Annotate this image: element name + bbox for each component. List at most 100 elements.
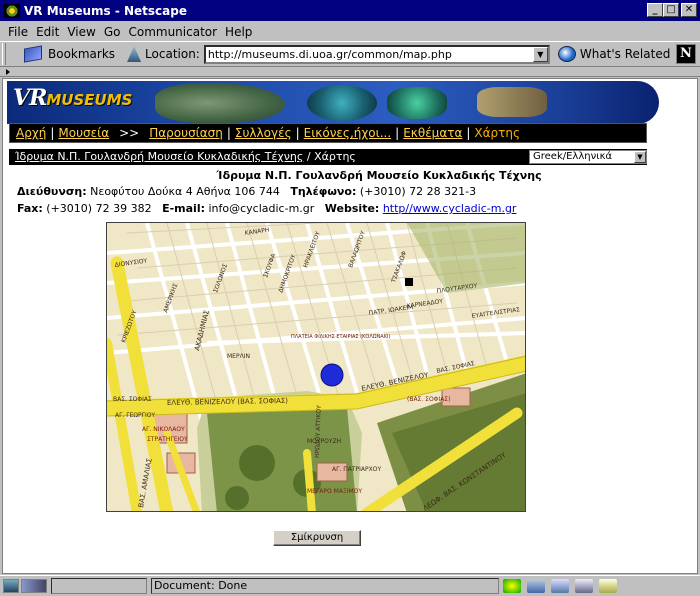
website-label: Website: <box>324 202 380 215</box>
map-label-vas-sofias-3: (ΒΑΣ. ΣΟΦΙΑΣ) <box>407 396 450 403</box>
contact-line-2: Fax: (+3010) 72 39 382 E-mail: info@cycl… <box>17 202 697 215</box>
nav-separator: | <box>226 126 231 140</box>
museum-name: Ίδρυμα Ν.Π. Γουλανδρή Μουσείο Κυκλαδικής… <box>216 169 542 182</box>
site-banner: VRMUSEUMS <box>7 81 659 124</box>
bookmarks-icon <box>24 45 42 63</box>
composer-icon[interactable] <box>599 579 617 593</box>
url-text: http://museums.di.uoa.gr/common/map.php <box>207 47 452 61</box>
map-label-mourouzi: ΜΟΥΡΟΥΖΗ <box>307 438 341 445</box>
banner-artwork-mask <box>387 87 447 119</box>
menu-help[interactable]: Help <box>225 25 252 39</box>
map-label-ag-georgiou: ΑΓ. ΓΕΩΡΓΙΟΥ <box>115 412 155 419</box>
nav-map: Χάρτης <box>474 126 521 140</box>
map-label-megaro-maximou: ΜΕΓΑΡΟ ΜΑΞΙΜΟΥ <box>307 488 362 495</box>
close-button[interactable]: ✕ <box>681 3 697 17</box>
online-status-icon[interactable] <box>21 579 47 593</box>
netscape-logo[interactable]: N <box>676 44 696 64</box>
phone-label: Τηλέφωνο: <box>290 185 357 198</box>
menu-view[interactable]: View <box>67 25 95 39</box>
bookmarks-button[interactable]: Bookmarks <box>24 45 116 63</box>
fax-value: (+3010) 72 39 382 <box>46 202 152 215</box>
status-text: Document: Done <box>151 578 499 594</box>
email-label: E-mail: <box>162 202 205 215</box>
logo-museums: MUSEUMS <box>46 91 133 109</box>
newsgroups-icon[interactable] <box>551 579 569 593</box>
language-select-value: Greek/Ελληνικά <box>533 151 613 162</box>
location-label: Location: <box>145 47 200 61</box>
banner-artwork-fish <box>155 83 285 123</box>
nav-separator: | <box>466 126 471 140</box>
location-label-group: Location: <box>127 46 200 62</box>
nav-images[interactable]: Εικόνες,ήχοι... <box>304 126 392 140</box>
banner-artwork-vase <box>477 87 547 117</box>
address-book-icon[interactable] <box>575 579 593 593</box>
netscape-app-icon <box>4 3 20 18</box>
page-proxy-icon[interactable] <box>127 46 142 62</box>
language-select[interactable]: Greek/Ελληνικά ▼ <box>529 150 647 164</box>
progress-bar <box>51 578 147 594</box>
phone-value: (+3010) 72 28 321-3 <box>359 185 477 198</box>
site-nav: Αρχή | Μουσεία >> Παρουσίαση | Συλλογές … <box>9 123 647 143</box>
map-label-merlin: ΜΕΡΛΙΝ <box>227 353 250 360</box>
website-link[interactable]: http//www.cycladic-m.gr <box>383 202 517 215</box>
street-map-graphic: ΕΛΕΥΘ. ΒΕΝΙΖΕΛΟΥ (ΒΑΣ. ΣΟΦΙΑΣ) ΕΛΕΥΘ. ΒΕ… <box>107 223 525 511</box>
page-viewport: VRMUSEUMS Αρχή | Μουσεία >> Παρουσίαση |… <box>2 78 698 574</box>
whats-related-button[interactable]: What's Related <box>557 46 670 62</box>
nav-museums[interactable]: Μουσεία <box>58 126 109 140</box>
address-label: Διεύθυνση: <box>17 185 87 198</box>
contact-line-1: Διεύθυνση: Νεοφύτου Δούκα 4 Αθήνα 106 74… <box>17 185 697 198</box>
zoom-out-button[interactable]: Σμίκρυνση <box>273 530 361 546</box>
nav-arrow: >> <box>119 126 140 140</box>
menu-go[interactable]: Go <box>104 25 121 39</box>
expand-arrow-icon <box>6 69 10 75</box>
chevron-down-icon: ▼ <box>634 151 646 163</box>
location-toolbar: Bookmarks Location: http://museums.di.uo… <box>0 41 700 67</box>
mail-icon[interactable] <box>527 579 545 593</box>
nav-exhibits[interactable]: Εκθέματα <box>403 126 462 140</box>
window-controls: _ □ ✕ <box>647 3 697 17</box>
map-label-kolonaki: ΠΛΑΤΕΙΑ ΦΙΛΙΚΗΣ ΕΤΑΙΡΙΑΣ (ΚΟΛΩΝΑΚΙ) <box>291 334 390 340</box>
nav-separator: | <box>50 126 55 140</box>
status-bar: Document: Done <box>0 575 700 596</box>
component-bar <box>503 579 617 593</box>
menu-file[interactable]: File <box>8 25 28 39</box>
breadcrumb-current: Χάρτης <box>314 150 356 163</box>
metro-station-icon <box>405 278 413 286</box>
toolbar-grip[interactable] <box>2 43 6 65</box>
email-value: info@cycladic-m.gr <box>208 202 315 215</box>
maximize-button[interactable]: □ <box>663 3 679 17</box>
address-value: Νεοφύτου Δούκα 4 Αθήνα 106 744 <box>90 185 280 198</box>
breadcrumb-separator: / <box>306 150 311 163</box>
logo-vr: VR <box>13 85 47 111</box>
fax-label: Fax: <box>17 202 43 215</box>
nav-presentation[interactable]: Παρουσίαση <box>149 126 223 140</box>
map-label-vas-sofias-tr: ΒΑΣ. ΣΟΦΙΑΣ <box>113 396 152 403</box>
map-label-stratigiou: ΣΤΡΑΤΗΓΕΙΟΥ <box>147 436 188 443</box>
url-dropdown-button[interactable]: ▼ <box>532 46 548 62</box>
breadcrumb: Ίδρυμα Ν.Π. Γουλανδρή Μουσείο Κυκλαδικής… <box>9 149 647 165</box>
minimize-button[interactable]: _ <box>647 3 663 17</box>
menu-communicator[interactable]: Communicator <box>128 25 217 39</box>
collapsed-toolbar-strip[interactable] <box>0 68 700 77</box>
map-label-ag-patriarchou: ΑΓ. ΠΑΤΡΙΑΡΧΟΥ <box>332 466 381 473</box>
window-title: VR Museums - Netscape <box>24 3 187 18</box>
whats-related-icon <box>557 46 576 62</box>
site-logo: VRMUSEUMS <box>13 85 132 111</box>
url-input[interactable]: http://museums.di.uoa.gr/common/map.php … <box>203 44 550 64</box>
title-bar: VR Museums - Netscape _ □ ✕ <box>0 0 700 21</box>
menu-edit[interactable]: Edit <box>36 25 59 39</box>
street-map[interactable]: ΕΛΕΥΘ. ΒΕΝΙΖΕΛΟΥ (ΒΑΣ. ΣΟΦΙΑΣ) ΕΛΕΥΘ. ΒΕ… <box>106 222 526 512</box>
bookmarks-label: Bookmarks <box>48 47 116 61</box>
navigator-icon[interactable] <box>503 579 521 593</box>
status-icons <box>3 579 47 593</box>
nav-home[interactable]: Αρχή <box>16 126 46 140</box>
nav-separator: | <box>295 126 300 140</box>
breadcrumb-museum-link[interactable]: Ίδρυμα Ν.Π. Γουλανδρή Μουσείο Κυκλαδικής… <box>15 150 303 163</box>
nav-separator: | <box>395 126 400 140</box>
banner-artwork-bowl <box>307 85 377 121</box>
menu-bar: File Edit View Go Communicator Help <box>0 22 700 41</box>
map-label-ag-nikolaou: ΑΓ. ΝΙΚΟΛΑΟΥ <box>142 426 185 433</box>
nav-collections[interactable]: Συλλογές <box>235 126 292 140</box>
security-lock-icon[interactable] <box>3 579 19 593</box>
museum-location-marker[interactable] <box>320 363 344 387</box>
